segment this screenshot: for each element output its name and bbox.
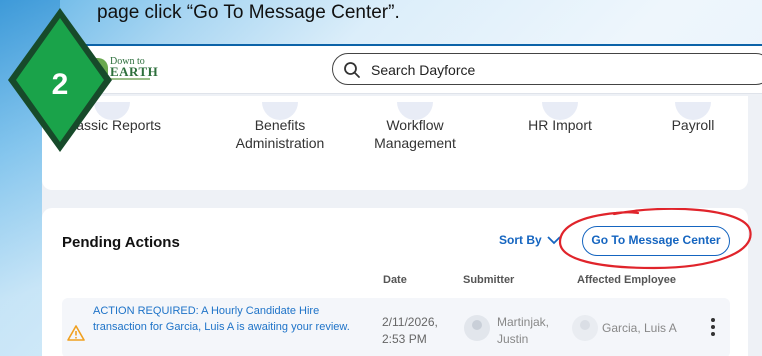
quick-access-label-2: Management <box>374 135 456 151</box>
submitter-name: Martinjak, Justin <box>497 314 549 348</box>
search-icon <box>344 62 360 78</box>
column-header-submitter: Submitter <box>463 274 515 286</box>
quick-access-workflow-management[interactable]: Workflow Management <box>345 102 485 152</box>
logo-tagline-bar <box>110 78 150 80</box>
date-line-2: 2:53 PM <box>382 332 427 346</box>
affected-employee-avatar <box>572 315 598 341</box>
column-header-affected-employee: Affected Employee <box>577 274 677 286</box>
instruction-text: page click “Go To Message Center”. <box>97 2 400 23</box>
column-header-date: Date <box>383 274 407 286</box>
pending-actions-card: Pending Actions Sort By Go To Message Ce… <box>42 208 752 356</box>
date-line-1: 2/11/2026, <box>382 315 438 329</box>
quick-access-hr-import[interactable]: HR Import <box>500 102 620 134</box>
step-badge: 2 <box>6 6 114 154</box>
warning-icon <box>67 325 85 341</box>
highlight-circle <box>558 208 752 270</box>
quick-access-label-2: Administration <box>235 135 325 151</box>
pending-action-row[interactable]: ACTION REQUIRED: A Hourly Candidate Hire… <box>62 298 730 356</box>
search-placeholder: Search Dayforce <box>371 62 476 78</box>
quick-access-payroll[interactable]: Payroll <box>638 102 748 134</box>
submitter-avatar <box>464 315 490 341</box>
affected-employee-name: Garcia, Luis A <box>602 321 677 335</box>
more-options-icon[interactable] <box>710 318 716 338</box>
pending-action-message[interactable]: ACTION REQUIRED: A Hourly Candidate Hire… <box>93 303 353 335</box>
quick-access-card: Classic Reports Benefits Administration … <box>42 96 748 190</box>
submitter-line-2: Justin <box>497 332 529 346</box>
pending-actions-title: Pending Actions <box>62 234 180 251</box>
sort-by-button[interactable]: Sort By <box>499 233 542 247</box>
quick-access-benefits-administration[interactable]: Benefits Administration <box>210 102 350 152</box>
top-bar: Down to EARTH Search Dayforce <box>42 44 762 94</box>
pending-action-date: 2/11/2026, 2:53 PM <box>382 314 438 348</box>
search-input[interactable]: Search Dayforce <box>332 53 762 85</box>
submitter-line-1: Martinjak, <box>497 315 550 329</box>
dayforce-window: Down to EARTH Search Dayforce Classic Re… <box>42 44 762 356</box>
step-number: 2 <box>51 68 69 101</box>
